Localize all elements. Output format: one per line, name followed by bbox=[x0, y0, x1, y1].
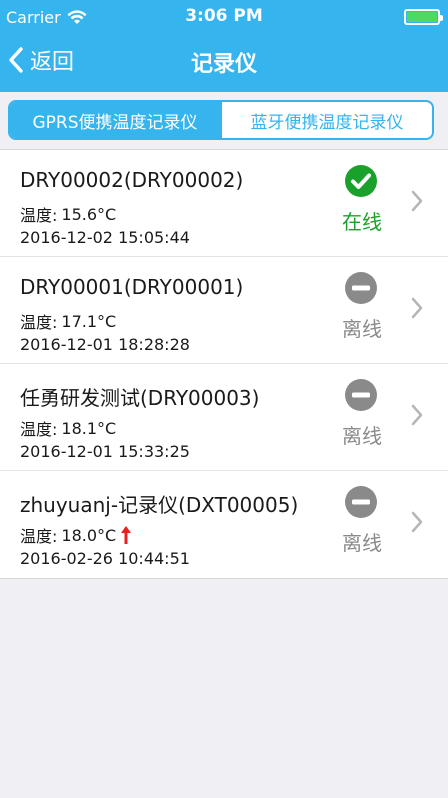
arrow-up-icon bbox=[121, 526, 132, 544]
page-title: 记录仪 bbox=[190, 52, 257, 77]
temperature-value: 18.1°C bbox=[61, 418, 117, 438]
temperature-label: 温度: bbox=[20, 206, 58, 225]
temperature-label: 温度: bbox=[20, 527, 58, 546]
device-row[interactable]: DRY00002(DRY00002) 温度: 15.6°C 2016-12-02… bbox=[0, 150, 448, 257]
minus-circle-icon bbox=[345, 486, 377, 518]
device-temperature: 温度: 18.1°C bbox=[20, 416, 116, 440]
chevron-right-icon bbox=[411, 511, 423, 533]
device-temperature: 温度: 18.0°C bbox=[20, 523, 132, 547]
chevron-right-icon bbox=[411, 404, 423, 426]
minus-circle-icon bbox=[345, 272, 377, 304]
device-name: DRY00002(DRY00002) bbox=[20, 168, 244, 192]
device-temperature: 温度: 15.6°C bbox=[20, 202, 116, 226]
temperature-label: 温度: bbox=[20, 420, 58, 439]
device-name: 任勇研发测试(DRY00003) bbox=[20, 386, 260, 410]
device-timestamp: 2016-12-01 18:28:28 bbox=[20, 335, 190, 354]
segment-bar: GPRS便携温度记录仪 蓝牙便携温度记录仪 bbox=[0, 92, 448, 150]
battery-fill bbox=[407, 12, 437, 22]
tab-gprs-logger[interactable]: GPRS便携温度记录仪 bbox=[10, 102, 220, 138]
tab-bluetooth-label: 蓝牙便携温度记录仪 bbox=[250, 112, 404, 133]
device-timestamp: 2016-02-26 10:44:51 bbox=[20, 549, 190, 568]
app-header: Carrier 3:06 PM 返回 记录仪 bbox=[0, 0, 448, 92]
device-name: zhuyuanj-记录仪(DXT00005) bbox=[20, 493, 299, 517]
temperature-label: 温度: bbox=[20, 313, 58, 332]
battery-tip bbox=[440, 15, 443, 21]
status-badge: 离线 bbox=[342, 317, 382, 341]
navigation-bar: 返回 记录仪 bbox=[0, 34, 448, 90]
temperature-value: 17.1°C bbox=[61, 311, 117, 331]
device-timestamp: 2016-12-02 15:05:44 bbox=[20, 228, 190, 247]
check-circle-icon bbox=[345, 165, 377, 197]
device-temperature: 温度: 17.1°C bbox=[20, 309, 116, 333]
temperature-value: 18.0°C bbox=[61, 525, 117, 545]
device-row[interactable]: zhuyuanj-记录仪(DXT00005) 温度: 18.0°C 2016-0… bbox=[0, 471, 448, 578]
temperature-value: 15.6°C bbox=[61, 204, 117, 224]
minus-circle-icon bbox=[345, 379, 377, 411]
status-badge: 离线 bbox=[342, 531, 382, 555]
tab-gprs-label: GPRS便携温度记录仪 bbox=[32, 112, 198, 133]
tab-bluetooth-logger[interactable]: 蓝牙便携温度记录仪 bbox=[220, 102, 432, 138]
chevron-right-icon bbox=[411, 297, 423, 319]
device-list: DRY00002(DRY00002) 温度: 15.6°C 2016-12-02… bbox=[0, 150, 448, 579]
device-timestamp: 2016-12-01 15:33:25 bbox=[20, 442, 190, 461]
battery-icon bbox=[404, 9, 443, 25]
device-row[interactable]: 任勇研发测试(DRY00003) 温度: 18.1°C 2016-12-01 1… bbox=[0, 364, 448, 471]
segmented-control: GPRS便携温度记录仪 蓝牙便携温度记录仪 bbox=[8, 100, 434, 140]
device-row[interactable]: DRY00001(DRY00001) 温度: 17.1°C 2016-12-01… bbox=[0, 257, 448, 364]
status-time: 3:06 PM bbox=[185, 6, 263, 26]
status-badge: 在线 bbox=[342, 210, 382, 234]
status-badge: 离线 bbox=[342, 424, 382, 448]
status-bar: Carrier 3:06 PM bbox=[0, 0, 448, 34]
device-name: DRY00001(DRY00001) bbox=[20, 275, 244, 299]
chevron-right-icon bbox=[411, 190, 423, 212]
